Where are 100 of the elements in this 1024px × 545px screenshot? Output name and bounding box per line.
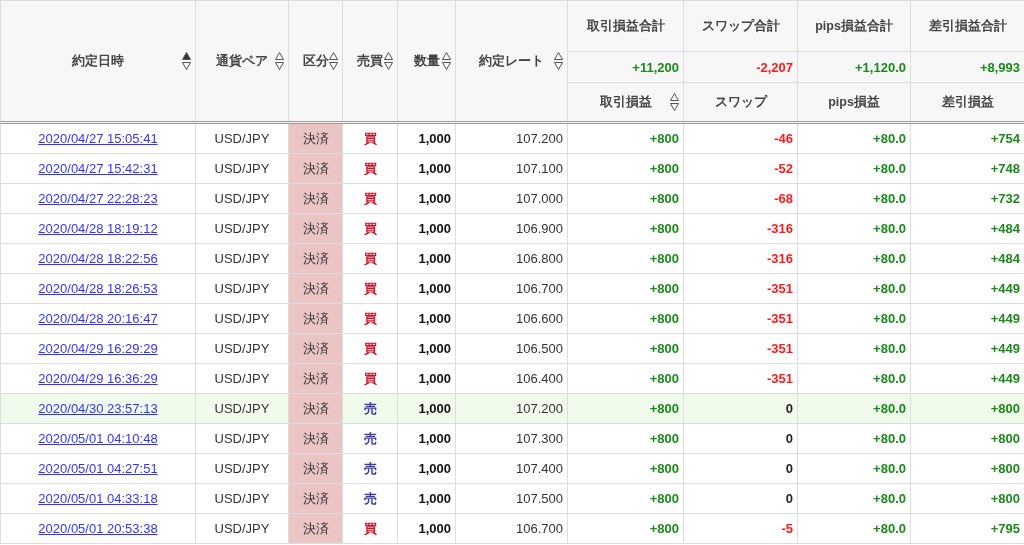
- column-header[interactable]: 数量: [397, 0, 456, 123]
- table-cell: USD/JPY: [195, 363, 289, 394]
- sort-up-icon[interactable]: [554, 52, 563, 60]
- table-cell: +800: [567, 213, 684, 244]
- sort-up-icon[interactable]: [442, 52, 451, 60]
- date-link[interactable]: 2020/04/27 15:42:31: [38, 161, 158, 176]
- sort-down-icon[interactable]: [554, 62, 563, 70]
- sort-up-icon[interactable]: [182, 52, 191, 60]
- table-cell: +80.0: [797, 273, 911, 304]
- table-cell: +80.0: [797, 363, 911, 394]
- table-cell: 決済: [288, 453, 343, 484]
- table-cell: 1,000: [397, 183, 456, 214]
- table-cell: USD/JPY: [195, 513, 289, 544]
- table-cell: USD/JPY: [195, 393, 289, 424]
- total-header: 取引損益合計: [567, 0, 684, 52]
- column-header[interactable]: 区分: [288, 0, 343, 123]
- table-cell: 売: [342, 483, 398, 514]
- table-cell: 買: [342, 183, 398, 214]
- column-header[interactable]: 取引損益: [567, 82, 684, 123]
- table-cell: 1,000: [397, 513, 456, 544]
- sort-down-icon[interactable]: [182, 62, 191, 70]
- sort-up-icon[interactable]: [275, 52, 284, 60]
- table-cell: 107.100: [455, 153, 568, 184]
- sort-down-icon[interactable]: [384, 62, 393, 70]
- table-cell: +800: [567, 273, 684, 304]
- table-cell: 106.800: [455, 243, 568, 274]
- table-cell: -5: [683, 513, 798, 544]
- sort-down-icon[interactable]: [670, 103, 679, 111]
- table-cell: 買: [342, 333, 398, 364]
- date-link[interactable]: 2020/04/29 16:36:29: [38, 371, 158, 386]
- table-cell: 1,000: [397, 213, 456, 244]
- table-cell: 1,000: [397, 453, 456, 484]
- date-link[interactable]: 2020/04/28 20:16:47: [38, 311, 158, 326]
- table-cell: 106.600: [455, 303, 568, 334]
- table-cell: 売: [342, 453, 398, 484]
- sort-up-icon[interactable]: [384, 52, 393, 60]
- table-cell: +80.0: [797, 393, 911, 424]
- date-link[interactable]: 2020/04/30 23:57:13: [38, 401, 158, 416]
- table-cell: 買: [342, 303, 398, 334]
- column-header[interactable]: 約定レート: [455, 0, 568, 123]
- column-header[interactable]: 売買: [342, 0, 398, 123]
- table-cell: +80.0: [797, 153, 911, 184]
- date-link[interactable]: 2020/05/01 04:10:48: [38, 431, 158, 446]
- date-link[interactable]: 2020/05/01 04:27:51: [38, 461, 158, 476]
- column-header[interactable]: pips損益: [797, 82, 911, 123]
- total-value: +8,993: [910, 51, 1024, 83]
- table-cell: 決済: [288, 423, 343, 454]
- table-cell: +800: [567, 513, 684, 544]
- table-cell: 0: [683, 453, 798, 484]
- date-link[interactable]: 2020/05/01 20:53:38: [38, 521, 158, 536]
- sort-down-icon[interactable]: [275, 62, 284, 70]
- total-value: +1,120.0: [797, 51, 911, 83]
- table-cell: +800: [567, 423, 684, 454]
- table-cell: -351: [683, 273, 798, 304]
- date-link[interactable]: 2020/04/28 18:22:56: [38, 251, 158, 266]
- table-cell: 買: [342, 513, 398, 544]
- table-cell: USD/JPY: [195, 423, 289, 454]
- sort-down-icon[interactable]: [442, 62, 451, 70]
- table-cell: 決済: [288, 122, 343, 154]
- table-cell: 1,000: [397, 483, 456, 514]
- table-cell: +800: [567, 483, 684, 514]
- date-link[interactable]: 2020/04/27 15:05:41: [38, 131, 158, 146]
- table-cell: 106.400: [455, 363, 568, 394]
- sort-down-icon[interactable]: [329, 62, 338, 70]
- table-cell: USD/JPY: [195, 453, 289, 484]
- column-header[interactable]: 通貨ペア: [195, 0, 289, 123]
- table-cell: 決済: [288, 213, 343, 244]
- table-cell: +800: [567, 122, 684, 154]
- date-link[interactable]: 2020/04/28 18:26:53: [38, 281, 158, 296]
- date-link[interactable]: 2020/04/29 16:29:29: [38, 341, 158, 356]
- table-cell: +80.0: [797, 453, 911, 484]
- table-cell: +80.0: [797, 423, 911, 454]
- table-cell: 1,000: [397, 153, 456, 184]
- table-cell: 買: [342, 213, 398, 244]
- sort-up-icon[interactable]: [670, 93, 679, 101]
- sort-up-icon[interactable]: [329, 52, 338, 60]
- table-cell: 0: [683, 423, 798, 454]
- table-cell: 0: [683, 393, 798, 424]
- column-header[interactable]: 約定日時: [0, 0, 196, 123]
- table-cell: USD/JPY: [195, 243, 289, 274]
- date-link[interactable]: 2020/04/27 22:28:23: [38, 191, 158, 206]
- column-header[interactable]: スワップ: [683, 82, 798, 123]
- table-cell: 106.700: [455, 513, 568, 544]
- table-cell: +80.0: [797, 243, 911, 274]
- table-cell: 107.500: [455, 483, 568, 514]
- table-cell: USD/JPY: [195, 213, 289, 244]
- date-link[interactable]: 2020/04/28 18:19:12: [38, 221, 158, 236]
- table-cell: 1,000: [397, 243, 456, 274]
- table-cell: 107.000: [455, 183, 568, 214]
- column-header[interactable]: 差引損益: [910, 82, 1024, 123]
- table-cell: USD/JPY: [195, 153, 289, 184]
- table-cell: 決済: [288, 303, 343, 334]
- table-cell: 106.500: [455, 333, 568, 364]
- table-cell: +800: [567, 453, 684, 484]
- table-cell: -68: [683, 183, 798, 214]
- table-cell: 決済: [288, 153, 343, 184]
- date-link[interactable]: 2020/05/01 04:33:18: [38, 491, 158, 506]
- table-cell: 決済: [288, 273, 343, 304]
- table-cell: +80.0: [797, 483, 911, 514]
- table-cell: 0: [683, 483, 798, 514]
